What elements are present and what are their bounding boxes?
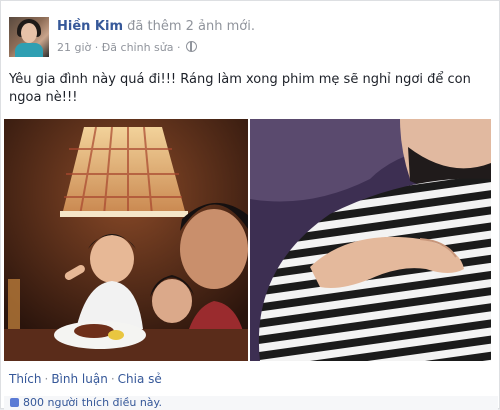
edited-label[interactable]: Đã chỉnh sửa [102, 41, 174, 54]
meta-separator: · [177, 41, 181, 54]
post-actions: Thích · Bình luận · Chia sẻ [9, 372, 162, 386]
feed-post: Hiền Kim đã thêm 2 ảnh mới. 21 giờ · Đã … [0, 0, 500, 410]
family-dinner-photo[interactable] [4, 119, 248, 361]
likes-summary-bar: 800 người thích điều này. [4, 396, 498, 410]
post-status-text: Yêu gia đình này quá đi!!! Ráng làm xong… [9, 72, 471, 105]
comment-link[interactable]: Bình luận [51, 372, 108, 386]
avatar-face [21, 23, 37, 43]
meta-separator: · [94, 41, 99, 54]
like-link[interactable]: Thích [9, 372, 41, 386]
action-separator: · [44, 372, 49, 386]
avatar-body [15, 43, 43, 57]
like-thumb-icon [10, 398, 19, 407]
author-line: Hiền Kim đã thêm 2 ảnh mới. [57, 19, 255, 34]
action-separator: · [110, 372, 115, 386]
likes-summary-text[interactable]: 800 người thích điều này. [23, 396, 162, 409]
post-action-text: đã thêm 2 ảnh mới. [127, 19, 255, 34]
post-meta: 21 giờ · Đã chỉnh sửa · [57, 41, 197, 54]
belly-image [250, 119, 491, 361]
family-dinner-image [4, 119, 248, 361]
pregnant-belly-photo[interactable] [250, 119, 491, 361]
post-timestamp[interactable]: 21 giờ [57, 41, 91, 54]
globe-icon[interactable] [186, 41, 197, 52]
author-avatar[interactable] [9, 17, 49, 57]
share-link[interactable]: Chia sẻ [118, 372, 162, 386]
author-name-link[interactable]: Hiền Kim [57, 19, 123, 34]
